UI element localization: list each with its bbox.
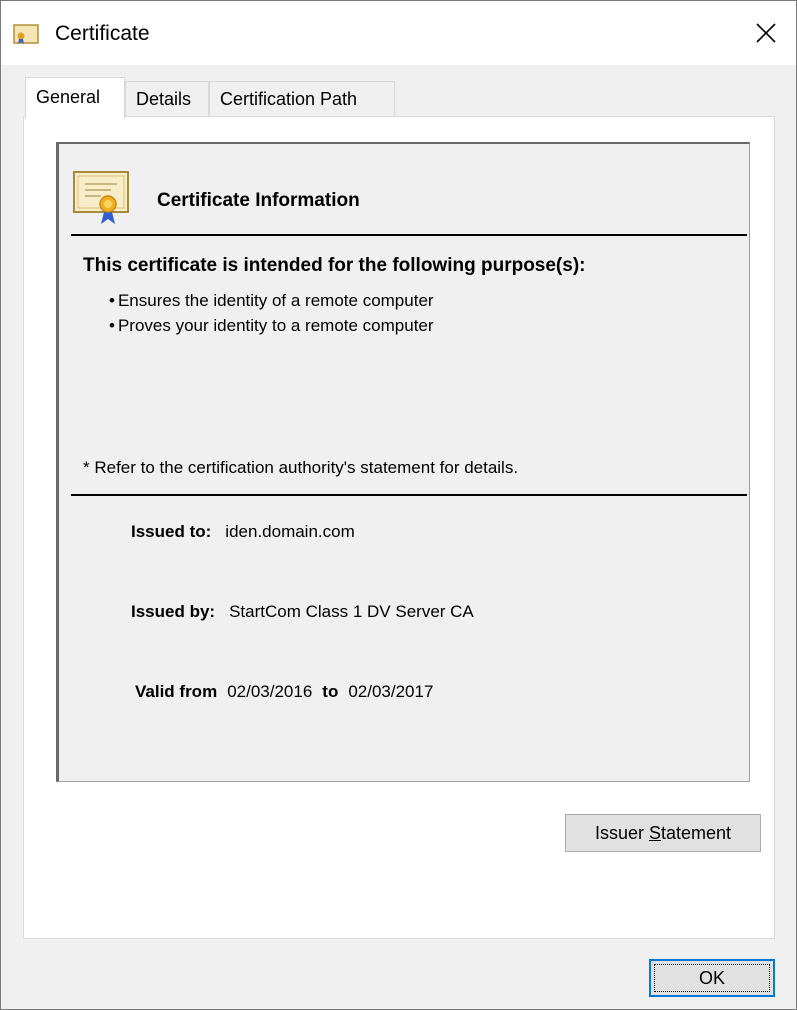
certificate-dialog: Certificate General Details Certificatio…: [0, 0, 797, 1010]
issued-by-label: Issued by:: [131, 602, 216, 621]
valid-from-value: 02/03/2016: [227, 682, 313, 701]
certificate-info-box: Certificate Information This certificate…: [56, 142, 750, 782]
list-item: Ensures the identity of a remote compute…: [109, 288, 434, 313]
issued-to-row: Issued to: iden.domain.com: [131, 522, 355, 542]
issued-by-row: Issued by: StartCom Class 1 DV Server CA: [131, 602, 474, 622]
purpose-heading: This certificate is intended for the fol…: [83, 255, 586, 276]
validity-row: Valid from 02/03/2016 to 02/03/2017: [135, 682, 433, 702]
issuer-statement-button[interactable]: Issuer Statement: [565, 814, 761, 852]
certificate-icon: [71, 168, 131, 226]
close-icon: [756, 23, 776, 43]
close-button[interactable]: [736, 1, 796, 65]
authority-note: * Refer to the certification authority's…: [83, 458, 519, 477]
ok-button[interactable]: OK: [649, 959, 775, 997]
issued-to-label: Issued to:: [131, 522, 212, 541]
valid-to-value: 02/03/2017: [348, 682, 434, 701]
title-bar: Certificate: [1, 1, 796, 65]
issued-by-value: StartCom Class 1 DV Server CA: [229, 602, 474, 621]
list-item: Proves your identity to a remote compute…: [109, 313, 434, 338]
divider: [71, 494, 747, 496]
tab-details[interactable]: Details: [125, 81, 209, 117]
focus-rect: [654, 964, 770, 992]
window-title: Certificate: [55, 22, 150, 45]
issuer-statement-label: Issuer Statement: [594, 822, 732, 843]
certificate-icon: [13, 23, 39, 45]
purpose-list: Ensures the identity of a remote compute…: [109, 288, 434, 338]
issued-to-value: iden.domain.com: [225, 522, 355, 541]
general-tab-panel: Certificate Information This certificate…: [23, 116, 775, 939]
valid-to-label: to: [322, 682, 339, 701]
valid-from-label: Valid from: [135, 682, 218, 701]
tab-certification-path[interactable]: Certification Path: [209, 81, 395, 117]
tab-general[interactable]: General: [25, 77, 125, 119]
divider: [71, 234, 747, 236]
info-title: Certificate Information: [157, 190, 360, 211]
